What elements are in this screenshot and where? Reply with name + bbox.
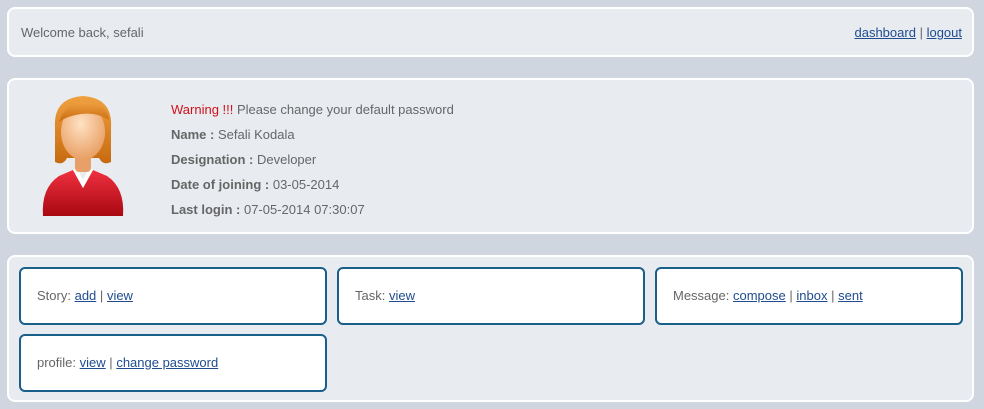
story-add-link[interactable]: add xyxy=(75,288,97,303)
last-login-label: Last login : xyxy=(171,202,241,217)
user-avatar-icon xyxy=(42,96,124,216)
message-card: Message: compose | inbox | sent xyxy=(655,267,963,325)
profile-info: Warning !!! Please change your default p… xyxy=(171,97,454,222)
last-login-value: 07-05-2014 07:30:07 xyxy=(243,202,365,217)
separator: | xyxy=(831,288,835,303)
warning-text: Please change your default password xyxy=(237,102,454,117)
name-value: Sefali Kodala xyxy=(217,127,295,142)
joining-label: Date of joining : xyxy=(171,177,270,192)
last-login-row: Last login : 07-05-2014 07:30:07 xyxy=(171,197,454,222)
separator: | xyxy=(789,288,793,303)
designation-label: Designation : xyxy=(171,152,254,167)
name-row: Name : Sefali Kodala xyxy=(171,122,454,147)
welcome-text: Welcome back, sefali xyxy=(21,25,144,40)
logout-link[interactable]: logout xyxy=(927,25,962,40)
warning-line: Warning !!! Please change your default p… xyxy=(171,97,454,122)
name-label: Name : xyxy=(171,127,215,142)
dashboard-link[interactable]: dashboard xyxy=(854,25,915,40)
message-compose-link[interactable]: compose xyxy=(733,288,786,303)
task-view-link[interactable]: view xyxy=(389,288,415,303)
message-label: Message: xyxy=(673,288,730,303)
task-label: Task: xyxy=(355,288,386,303)
story-view-link[interactable]: view xyxy=(107,288,133,303)
separator: | xyxy=(109,355,113,370)
links-panel: Story: add | view Task: view Message: co… xyxy=(7,255,974,402)
task-card: Task: view xyxy=(337,267,645,325)
joining-row: Date of joining : 03-05-2014 xyxy=(171,172,454,197)
designation-row: Designation : Developer xyxy=(171,147,454,172)
story-card: Story: add | view xyxy=(19,267,327,325)
message-sent-link[interactable]: sent xyxy=(838,288,863,303)
top-bar: Welcome back, sefali dashboard | logout xyxy=(7,7,974,57)
separator: | xyxy=(99,288,104,303)
designation-value: Developer xyxy=(256,152,317,167)
profile-label: profile: xyxy=(37,355,77,370)
warning-label: Warning !!! xyxy=(171,102,234,117)
top-links: dashboard | logout xyxy=(854,25,962,40)
separator: | xyxy=(919,25,923,40)
profile-panel: Warning !!! Please change your default p… xyxy=(7,78,974,234)
profile-card: profile: view | change password xyxy=(19,334,327,392)
story-label: Story: xyxy=(37,288,71,303)
message-inbox-link[interactable]: inbox xyxy=(796,288,827,303)
joining-value: 03-05-2014 xyxy=(272,177,340,192)
change-password-link[interactable]: change password xyxy=(116,355,218,370)
profile-view-link[interactable]: view xyxy=(80,355,106,370)
